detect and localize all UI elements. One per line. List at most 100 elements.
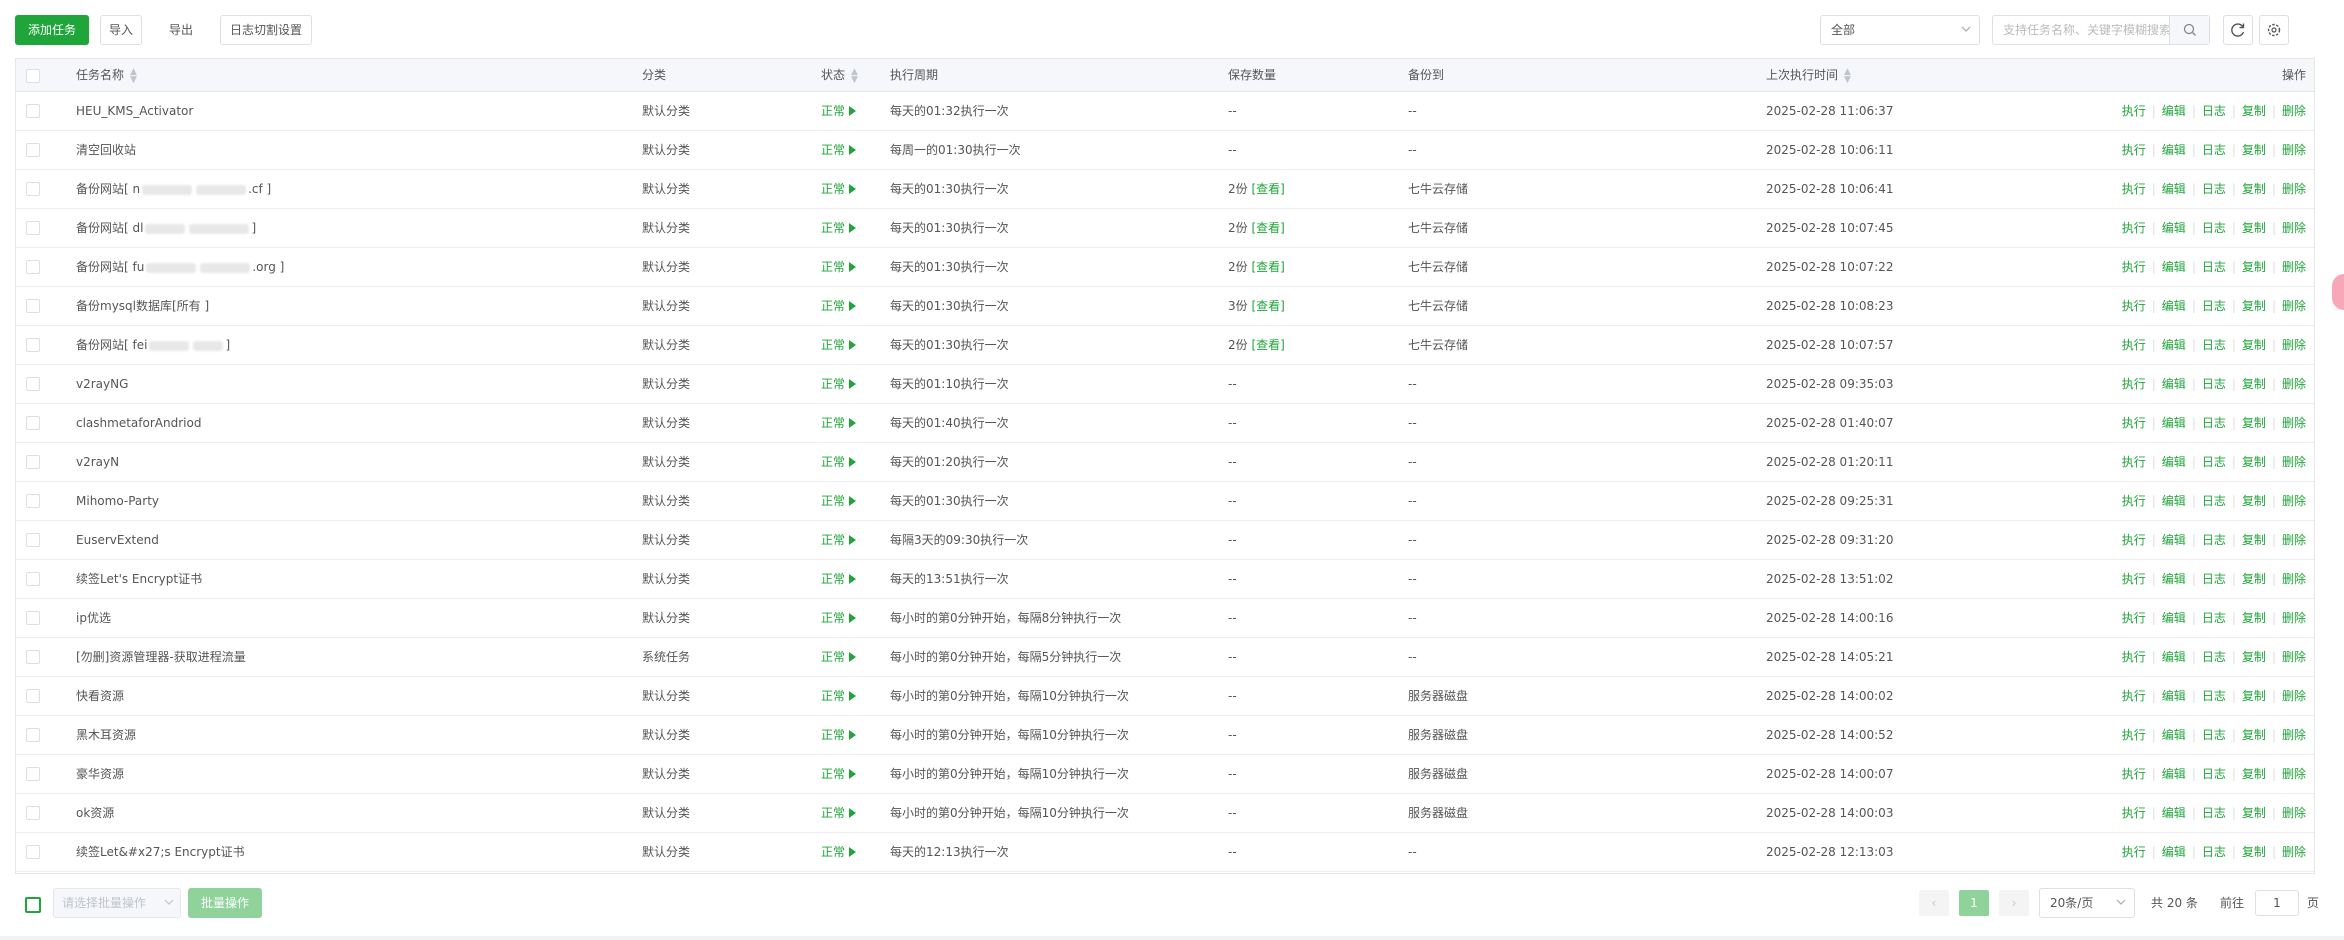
row-checkbox[interactable] [26,533,40,547]
task-status[interactable]: 正常 [821,677,857,716]
task-status[interactable]: 正常 [821,365,857,404]
op-delete-link[interactable]: 删除 [2282,338,2306,352]
op-copy-link[interactable]: 复制 [2242,143,2266,157]
op-edit-link[interactable]: 编辑 [2162,299,2186,313]
view-backups-link[interactable]: [查看] [1251,260,1284,274]
row-checkbox[interactable] [26,182,40,196]
op-delete-link[interactable]: 删除 [2282,572,2306,586]
op-copy-link[interactable]: 复制 [2242,494,2266,508]
task-status[interactable]: 正常 [821,482,857,521]
op-run-link[interactable]: 执行 [2122,572,2146,586]
task-status[interactable]: 正常 [821,131,857,170]
op-copy-link[interactable]: 复制 [2242,689,2266,703]
op-delete-link[interactable]: 删除 [2282,533,2306,547]
import-button[interactable]: 导入 [100,15,142,45]
task-status[interactable]: 正常 [821,92,857,131]
op-delete-link[interactable]: 删除 [2282,416,2306,430]
category-filter-select[interactable]: 全部 [1820,15,1980,45]
row-checkbox[interactable] [26,416,40,430]
op-run-link[interactable]: 执行 [2122,221,2146,235]
op-run-link[interactable]: 执行 [2122,182,2146,196]
row-checkbox[interactable] [26,260,40,274]
row-checkbox[interactable] [26,338,40,352]
row-checkbox[interactable] [26,494,40,508]
op-log-link[interactable]: 日志 [2202,806,2226,820]
op-run-link[interactable]: 执行 [2122,650,2146,664]
op-log-link[interactable]: 日志 [2202,143,2226,157]
row-checkbox[interactable] [26,689,40,703]
op-log-link[interactable]: 日志 [2202,299,2226,313]
row-checkbox[interactable] [26,455,40,469]
sort-icon[interactable]: ▲ ▼ [851,67,858,84]
op-run-link[interactable]: 执行 [2122,845,2146,859]
refresh-button[interactable] [2223,15,2253,45]
op-delete-link[interactable]: 删除 [2282,143,2306,157]
op-log-link[interactable]: 日志 [2202,845,2226,859]
task-status[interactable]: 正常 [821,599,857,638]
op-copy-link[interactable]: 复制 [2242,182,2266,196]
row-checkbox[interactable] [26,104,40,118]
task-status[interactable]: 正常 [821,521,857,560]
header-last-run[interactable]: 上次执行时间 ▲ ▼ [1766,59,1851,92]
floating-assistant-button[interactable] [2332,274,2344,310]
task-status[interactable]: 正常 [821,248,857,287]
next-page-button[interactable]: › [1999,890,2029,916]
settings-button[interactable] [2259,15,2289,45]
task-status[interactable]: 正常 [821,287,857,326]
op-delete-link[interactable]: 删除 [2282,728,2306,742]
op-log-link[interactable]: 日志 [2202,533,2226,547]
row-checkbox[interactable] [26,728,40,742]
op-edit-link[interactable]: 编辑 [2162,338,2186,352]
row-checkbox[interactable] [26,143,40,157]
task-status[interactable]: 正常 [821,560,857,599]
op-delete-link[interactable]: 删除 [2282,260,2306,274]
op-copy-link[interactable]: 复制 [2242,533,2266,547]
op-edit-link[interactable]: 编辑 [2162,416,2186,430]
view-backups-link[interactable]: [查看] [1251,338,1284,352]
op-run-link[interactable]: 执行 [2122,689,2146,703]
view-backups-link[interactable]: [查看] [1251,221,1284,235]
header-status[interactable]: 状态 ▲ ▼ [821,59,858,92]
op-edit-link[interactable]: 编辑 [2162,494,2186,508]
sort-icon[interactable]: ▲ ▼ [130,67,137,84]
task-status[interactable]: 正常 [821,755,857,794]
op-delete-link[interactable]: 删除 [2282,104,2306,118]
op-run-link[interactable]: 执行 [2122,806,2146,820]
op-delete-link[interactable]: 删除 [2282,182,2306,196]
row-checkbox[interactable] [26,611,40,625]
op-delete-link[interactable]: 删除 [2282,806,2306,820]
task-status[interactable]: 正常 [821,209,857,248]
op-delete-link[interactable]: 删除 [2282,767,2306,781]
header-name[interactable]: 任务名称 ▲ ▼ [76,59,137,92]
op-edit-link[interactable]: 编辑 [2162,767,2186,781]
select-all-checkbox[interactable] [26,69,40,83]
op-delete-link[interactable]: 删除 [2282,455,2306,469]
op-delete-link[interactable]: 删除 [2282,221,2306,235]
row-checkbox[interactable] [26,650,40,664]
op-log-link[interactable]: 日志 [2202,572,2226,586]
row-checkbox[interactable] [26,377,40,391]
op-delete-link[interactable]: 删除 [2282,689,2306,703]
op-copy-link[interactable]: 复制 [2242,260,2266,274]
op-edit-link[interactable]: 编辑 [2162,182,2186,196]
op-copy-link[interactable]: 复制 [2242,104,2266,118]
op-run-link[interactable]: 执行 [2122,767,2146,781]
op-delete-link[interactable]: 删除 [2282,299,2306,313]
goto-page-input[interactable]: 1 [2255,890,2299,916]
row-checkbox[interactable] [26,767,40,781]
row-checkbox[interactable] [26,221,40,235]
task-status[interactable]: 正常 [821,716,857,755]
op-copy-link[interactable]: 复制 [2242,767,2266,781]
op-copy-link[interactable]: 复制 [2242,338,2266,352]
op-log-link[interactable]: 日志 [2202,182,2226,196]
op-edit-link[interactable]: 编辑 [2162,611,2186,625]
op-run-link[interactable]: 执行 [2122,299,2146,313]
op-run-link[interactable]: 执行 [2122,455,2146,469]
view-backups-link[interactable]: [查看] [1251,182,1284,196]
op-run-link[interactable]: 执行 [2122,104,2146,118]
task-status[interactable]: 正常 [821,326,857,365]
op-edit-link[interactable]: 编辑 [2162,806,2186,820]
op-edit-link[interactable]: 编辑 [2162,104,2186,118]
row-checkbox[interactable] [26,572,40,586]
row-checkbox[interactable] [26,299,40,313]
